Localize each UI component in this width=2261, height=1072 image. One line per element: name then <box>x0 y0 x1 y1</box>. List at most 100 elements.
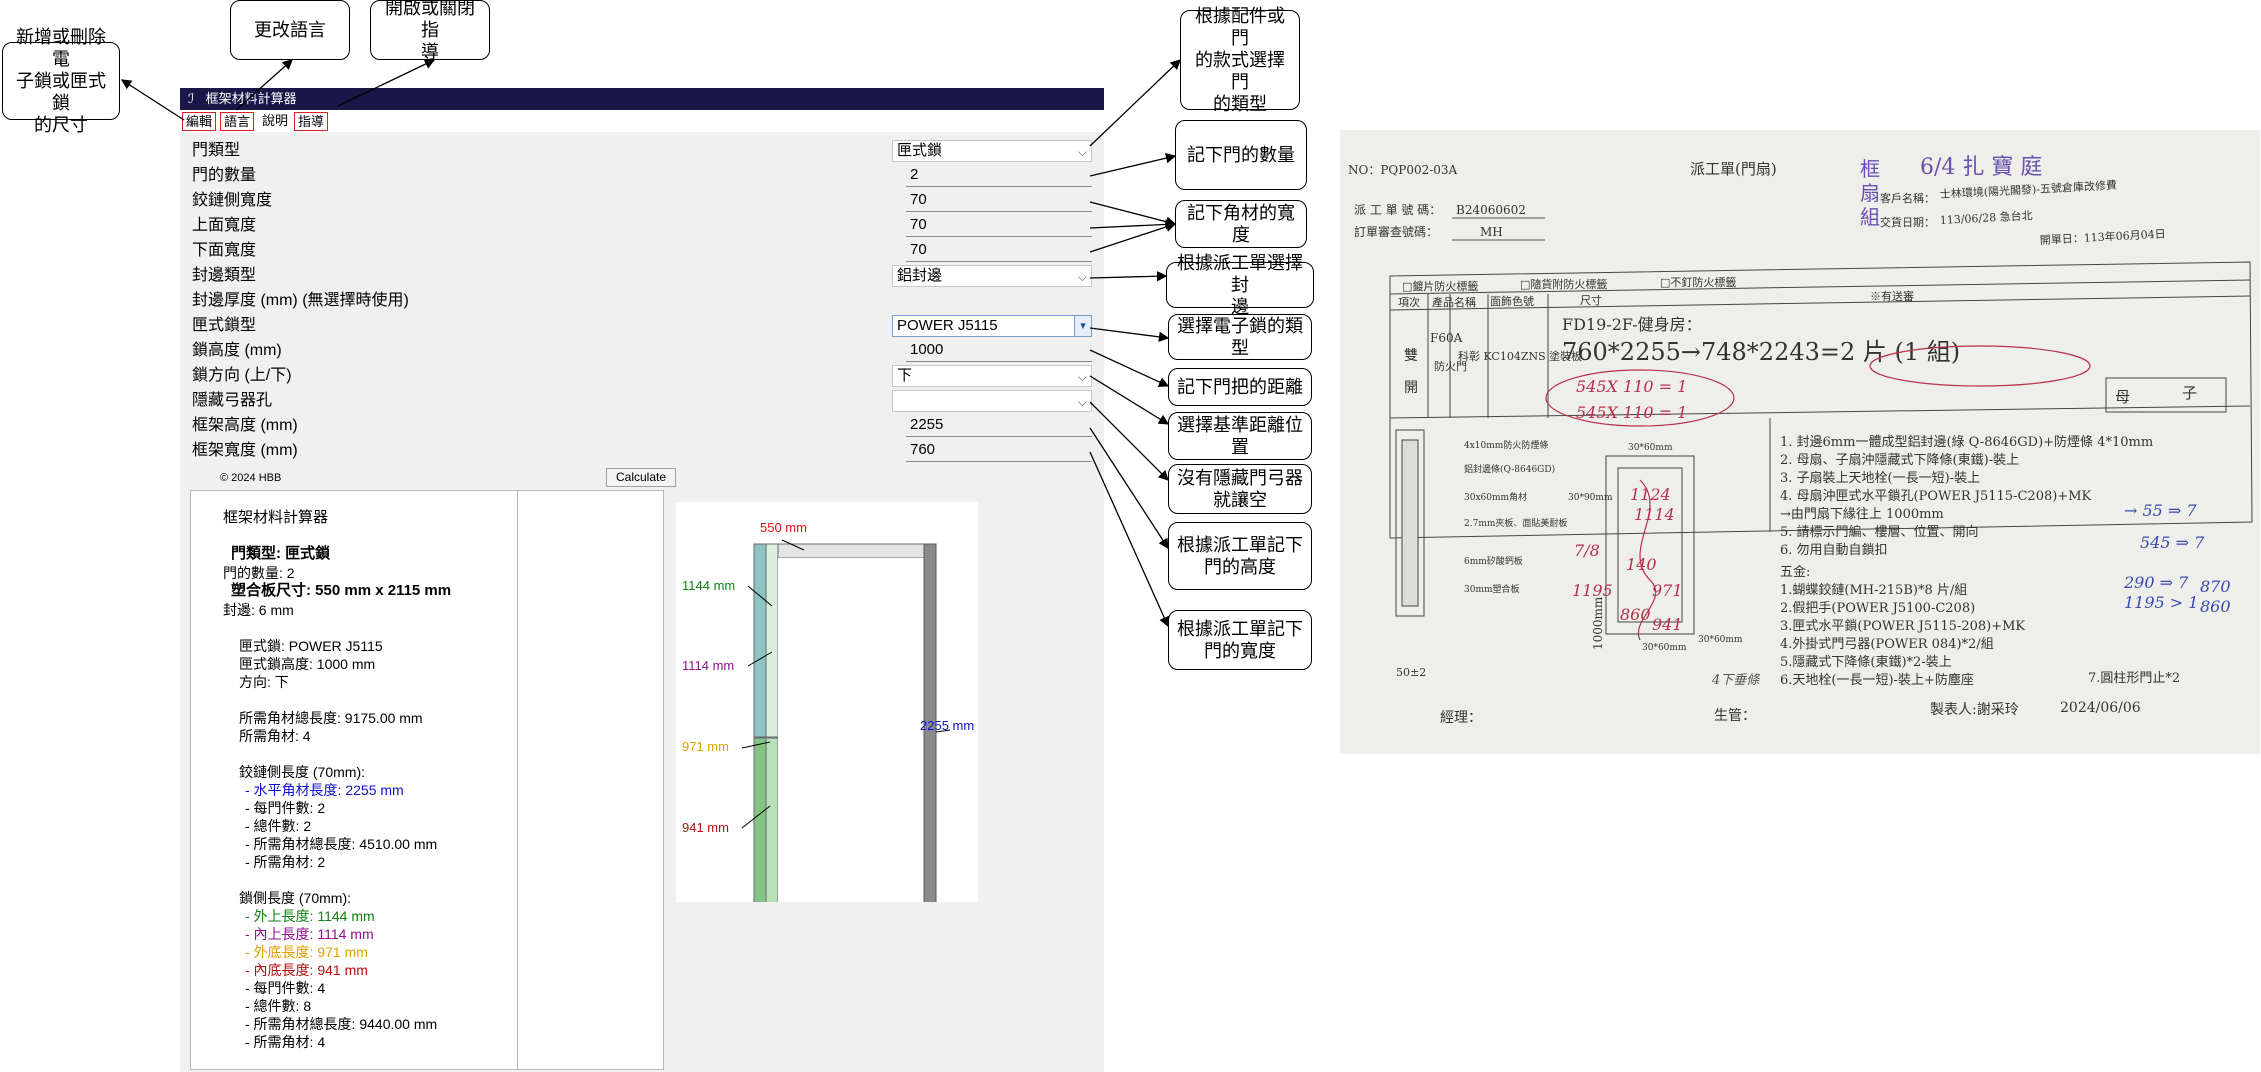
frame-width-input[interactable]: 760 <box>906 440 1092 462</box>
label-inner-bottom: 941 mm <box>682 820 729 835</box>
wo-title: 派工單(門扇) <box>1690 160 1777 178</box>
wo-hw-3: 3.匣式水平鎖(POWER J5115-208)+MK <box>1780 618 2025 634</box>
bottom-width-label: 下面寬度 <box>192 242 257 259</box>
wo-layer-6: 30mm塑合板 <box>1464 583 1520 595</box>
wo-dim-30x60a: 30*60mm <box>1628 443 1673 453</box>
wo-dim-30x60c: 30*60mm <box>1698 635 1743 645</box>
hidden-closer-label: 隱藏弓器孔 <box>192 392 273 409</box>
bottom-width-input[interactable]: 70 <box>906 240 1092 262</box>
wo-layer-3: 30x60mm角材 <box>1464 491 1527 503</box>
wo-hand-side-2: 1195 <box>1572 581 1613 600</box>
label-outer-top: 1144 mm <box>682 578 735 593</box>
result-edge: 封邊: 6 mm <box>223 602 294 618</box>
wo-note-7: 6. 勿用自動自鎖扣 <box>1780 542 1888 558</box>
wo-hw-5: 5.隱藏式下降條(東鐵)*2-裝上 <box>1780 654 1952 670</box>
result-lock-inner-bottom: - 內底長度: 941 mm <box>245 962 368 978</box>
wo-make-date: 2024/06/06 <box>2060 700 2141 716</box>
wo-note-5: →由門扇下緣往上 1000mm <box>1780 506 1944 522</box>
lock-direction-value: 下 <box>897 367 913 384</box>
door-panel <box>778 558 924 906</box>
callout-handle-distance: 記下門把的距離 <box>1168 368 1312 406</box>
result-lock-inner-top: - 內上長度: 1114 mm <box>245 926 374 942</box>
frame-height-input[interactable]: 2255 <box>906 415 1092 437</box>
menu-edit[interactable]: 編輯 <box>182 112 217 131</box>
lock-direction-label: 鎖方向 (上/下) <box>192 367 292 384</box>
wo-hw-title: 五金: <box>1780 564 1810 580</box>
hidden-closer-select[interactable]: ⌵ <box>892 390 1092 412</box>
wo-hw-4: 4.外掛式門弓器(POWER 084)*2/組 <box>1780 637 1994 652</box>
wo-layer-1: 4x10mm防火防煙條 <box>1464 439 1548 451</box>
result-lock-height: 匣式鎖高度: 1000 mm <box>239 656 376 672</box>
wo-row-type-2: 開 <box>1404 380 1418 396</box>
wo-maker: 製表人:謝采玲 <box>1930 702 2019 718</box>
wo-handwriting-top: 6/4 扎 寶 庭 <box>1920 155 2042 180</box>
wo-check-3: □不釘防火標籤 <box>1660 275 1736 289</box>
chevron-down-icon: ⌵ <box>1077 145 1087 159</box>
door-type-label: 門類型 <box>192 142 241 159</box>
lock-height-input[interactable]: 1000 <box>906 340 1092 362</box>
wo-col-item: 項次 <box>1398 295 1420 309</box>
wo-delivery-label: 交貨日期： <box>1880 215 1935 229</box>
wo-dispatch-label: 派 工 單 號 碼： <box>1354 203 1441 217</box>
copyright: © 2024 HBB <box>220 472 282 484</box>
wo-production: 生管： <box>1714 708 1756 724</box>
door-type-select[interactable]: 匣式鎖 ⌵ <box>892 140 1092 162</box>
wo-hand-r5: 870 <box>2200 577 2231 596</box>
edge-type-select[interactable]: 鋁封邊 ⌵ <box>892 265 1092 287</box>
hinge-width-input[interactable]: 70 <box>906 190 1092 212</box>
inner-upper-rail <box>765 543 779 738</box>
callout-edge-type: 根據派工單選擇封 邊 <box>1166 253 1314 317</box>
result-hinge-title: 鉸鏈側長度 (70mm): <box>239 764 365 780</box>
wo-layer-4: 2.7mm夾板、面貼美耐板 <box>1464 517 1567 529</box>
chevron-down-icon: ⌵ <box>1077 395 1087 409</box>
wo-col-note: ※有送審 <box>1870 289 1914 303</box>
result-lock-title: 鎖側長度 (70mm): <box>239 890 351 906</box>
lock-type-select[interactable]: POWER J5115 ▾ <box>892 315 1092 337</box>
wo-hw-son: 子 <box>2182 384 2197 402</box>
label-outer-bottom: 971 mm <box>682 739 729 754</box>
menu-guide[interactable]: 指導 <box>294 112 329 131</box>
wo-hand-side-1: 7/8 <box>1574 541 1600 560</box>
wo-hw-1: 1.蝴蝶鉸鏈(MH-215B)*8 片/組 <box>1780 582 1967 598</box>
result-board-size: 塑合板尺寸: 550 mm x 2115 mm <box>231 582 452 599</box>
wo-hand-mid-4: 971 <box>1652 581 1683 600</box>
door-count-input[interactable]: 2 <box>906 165 1092 187</box>
wo-row-type-1: 雙 <box>1404 348 1418 364</box>
title-bar: ℐ 框架材料計算器 <box>180 88 1104 110</box>
label-inner-top: 1114 mm <box>682 658 734 673</box>
menu-help[interactable]: 說明 <box>259 112 291 131</box>
wo-hand-r4: 1195 > 1 <box>2124 593 2198 612</box>
chevron-down-icon: ⌵ <box>1077 270 1087 284</box>
callout-height-note: 根據派工單記下 門的高度 <box>1168 522 1312 590</box>
frame-diagram: 550 mm 1144 mm 1114 mm 971 mm 941 mm 225… <box>676 502 978 922</box>
label-top: 550 mm <box>760 520 807 535</box>
calculator-window: ℐ 框架材料計算器 編輯 語言 說明 指導 門類型 門的數量 鉸鏈側寬度 上面寬… <box>180 88 1104 1072</box>
wo-hand-bottom: 4下垂條 <box>1711 673 1761 688</box>
top-width-input[interactable]: 70 <box>906 215 1092 237</box>
wo-col-face: 面飾色號 <box>1490 294 1534 308</box>
callout-width-note: 根據派工單記下 門的寬度 <box>1168 610 1312 670</box>
inner-lower-rail <box>765 737 779 922</box>
lock-direction-select[interactable]: 下 ⌵ <box>892 365 1092 387</box>
window-title: 框架材料計算器 <box>205 91 297 106</box>
result-door-count: 門的數量: 2 <box>223 565 295 581</box>
feather-icon: ℐ <box>188 91 195 106</box>
door-type-value: 匣式鎖 <box>897 142 943 159</box>
result-hinge-per-door: - 每門件數: 2 <box>245 800 326 816</box>
wo-row-code: F60A <box>1430 331 1463 345</box>
frame-width-label: 框架寬度 (mm) <box>192 442 298 459</box>
frame-diagram-svg: 550 mm 1144 mm 1114 mm 971 mm 941 mm 225… <box>682 520 974 922</box>
wo-stamp-1: 框 <box>1860 157 1880 181</box>
result-lock-needed: - 所需角材: 4 <box>245 1034 326 1050</box>
menu-language[interactable]: 語言 <box>220 112 255 131</box>
top-width-label: 上面寬度 <box>192 217 257 234</box>
result-total-count: 所需角材: 4 <box>239 728 311 744</box>
result-title: 框架材料計算器 <box>223 509 329 526</box>
calculate-button[interactable]: Calculate <box>606 468 676 487</box>
wo-note-3: 3. 子扇裝上天地栓(一長一短)-裝上 <box>1780 470 1980 486</box>
wo-no: NO：PQP002-03A <box>1348 163 1458 177</box>
chevron-down-icon: ▾ <box>1074 316 1091 336</box>
result-lock-outer-top: - 外上長度: 1144 mm <box>245 908 375 924</box>
result-lock-outer-bottom: - 外底長度: 971 mm <box>245 944 368 960</box>
callout-door-count: 記下門的數量 <box>1175 120 1307 190</box>
